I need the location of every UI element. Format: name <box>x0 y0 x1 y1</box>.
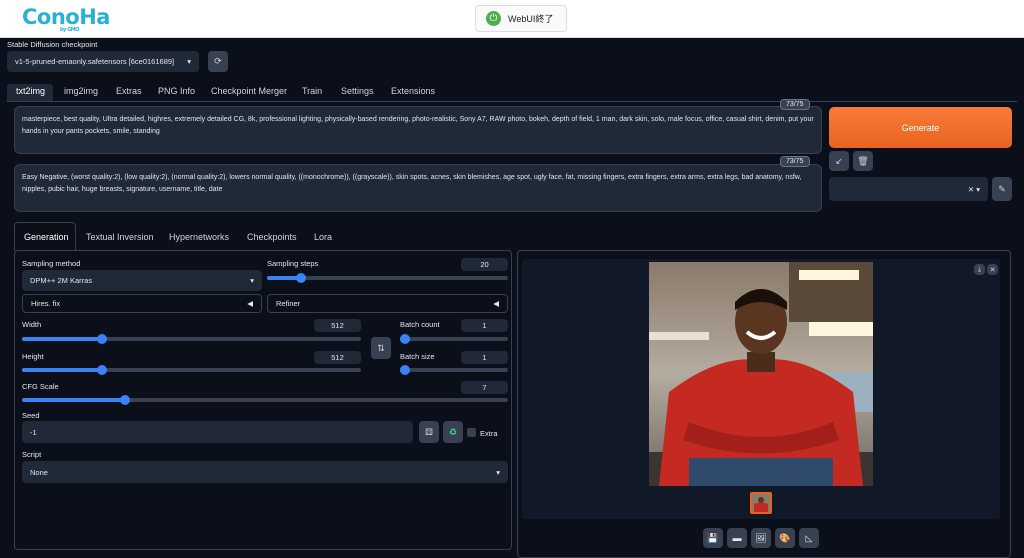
send-to-extras-button[interactable]: ◺ <box>799 528 819 548</box>
swap-dimensions-button[interactable]: ⇅ <box>371 337 391 359</box>
subtab-lora[interactable]: Lora <box>314 232 332 242</box>
zip-button[interactable]: ▬ <box>727 528 747 548</box>
batch-count-label: Batch count <box>400 320 440 329</box>
tab-img2img[interactable]: img2img <box>64 86 98 96</box>
read-params-button[interactable]: ↙ <box>829 151 849 171</box>
image-icon: 🖼 <box>755 532 767 543</box>
seed-value: -1 <box>30 427 37 437</box>
refresh-checkpoint-button[interactable]: ⟳ <box>208 51 228 72</box>
prompt-textarea[interactable]: masterpiece, best quality, Ultra detaile… <box>14 106 822 154</box>
hires-fix-accordion[interactable]: Hires. fix ◀ <box>22 294 262 313</box>
arrow-icon: ↙ <box>835 155 843 166</box>
triangle-ruler-icon: ◺ <box>805 532 813 543</box>
sampling-steps-input[interactable]: 20 <box>461 258 508 271</box>
close-icon: ✕ <box>989 266 996 274</box>
webui-stop-label: WebUI終了 <box>508 14 554 24</box>
subtab-textual-inversion[interactable]: Textual Inversion <box>86 232 154 242</box>
cfg-scale-slider[interactable] <box>22 395 508 405</box>
height-label: Height <box>22 352 44 361</box>
height-input[interactable]: 512 <box>314 351 361 364</box>
chevron-down-icon: ▾ <box>250 276 254 285</box>
tab-train[interactable]: Train <box>302 86 322 96</box>
batch-size-label: Batch size <box>400 352 435 361</box>
image-thumbnail[interactable] <box>750 492 772 514</box>
triangle-left-icon: ◀ <box>493 299 499 308</box>
reuse-seed-button[interactable]: ♻ <box>443 421 463 443</box>
negative-token-counter: 73/75 <box>780 156 810 167</box>
webui-stop-button[interactable]: ⏻ WebUI終了 <box>475 5 567 32</box>
trash-button[interactable]: 🗑 <box>853 151 873 171</box>
checkpoint-dropdown[interactable]: v1-5-pruned-emaonly.safetensors [6ce0161… <box>7 51 199 72</box>
extra-checkbox[interactable] <box>467 428 476 437</box>
tab-divider <box>7 101 1017 102</box>
height-slider[interactable] <box>22 365 361 375</box>
subtab-hypernetworks[interactable]: Hypernetworks <box>169 232 229 242</box>
width-label: Width <box>22 320 42 329</box>
checkpoint-label: Stable Diffusion checkpoint <box>7 40 98 49</box>
negative-prompt-textarea[interactable]: Easy Negative, (worst quality:2), (low q… <box>14 164 822 212</box>
script-label: Script <box>22 450 42 459</box>
extra-label: Extra <box>480 429 498 438</box>
conoha-logo: ConoHa by GMO <box>22 5 110 33</box>
dice-icon: ⚄ <box>425 426 433 437</box>
sampling-steps-slider[interactable] <box>267 273 508 283</box>
checkpoint-value: v1-5-pruned-emaonly.safetensors [6ce0161… <box>15 57 175 66</box>
refresh-icon: ⟳ <box>214 56 222 66</box>
send-to-inpaint-button[interactable]: 🎨 <box>775 528 795 548</box>
palette-icon: 🎨 <box>779 532 791 543</box>
tab-extras[interactable]: Extras <box>116 86 142 96</box>
chevron-down-icon: ▾ <box>496 467 500 477</box>
sampling-method-dropdown[interactable]: DPM++ 2M Karras ▾ <box>22 270 262 291</box>
refiner-accordion[interactable]: Refiner ◀ <box>267 294 508 313</box>
tab-checkpoint-merger[interactable]: Checkpoint Merger <box>211 86 287 96</box>
download-button[interactable]: ⤓ <box>974 264 985 275</box>
script-value: None <box>30 467 48 477</box>
script-dropdown[interactable]: None ▾ <box>22 461 508 483</box>
refiner-label: Refiner <box>276 299 301 308</box>
recycle-icon: ♻ <box>448 426 458 437</box>
tab-png-info[interactable]: PNG Info <box>158 86 195 96</box>
batch-count-slider[interactable] <box>400 334 508 344</box>
batch-size-input[interactable]: 1 <box>461 351 508 364</box>
generated-image[interactable] <box>649 262 873 486</box>
tab-settings[interactable]: Settings <box>341 86 374 96</box>
clear-close-icon[interactable]: ✕ ▾ <box>968 185 980 194</box>
sampling-method-label: Sampling method <box>22 259 81 268</box>
save-icon: 💾 <box>707 532 719 543</box>
tab-txt2img[interactable]: txt2img <box>16 86 45 96</box>
random-seed-button[interactable]: ⚄ <box>419 421 439 443</box>
subtab-generation[interactable]: Generation <box>24 232 69 242</box>
zip-icon: ▬ <box>732 533 742 543</box>
hires-fix-label: Hires. fix <box>31 299 61 308</box>
width-input[interactable]: 512 <box>314 319 361 332</box>
batch-count-input[interactable]: 1 <box>461 319 508 332</box>
triangle-left-icon: ◀ <box>247 299 253 308</box>
styles-dropdown[interactable]: ✕ ▾ <box>829 177 988 201</box>
generate-button[interactable]: Generate <box>829 107 1012 148</box>
save-button[interactable]: 💾 <box>703 528 723 548</box>
cfg-scale-input[interactable]: 7 <box>461 381 508 394</box>
sampling-steps-label: Sampling steps <box>267 259 319 268</box>
top-bar: ConoHa by GMO ⏻ WebUI終了 <box>0 0 1024 38</box>
tab-extensions[interactable]: Extensions <box>391 86 435 96</box>
seed-input[interactable]: -1 <box>22 421 413 443</box>
trash-icon: 🗑 <box>857 155 869 166</box>
apply-style-button[interactable]: ✎ <box>992 177 1012 201</box>
batch-size-slider[interactable] <box>400 365 508 375</box>
chevron-down-icon: ▾ <box>187 57 191 66</box>
close-image-button[interactable]: ✕ <box>987 264 998 275</box>
width-slider[interactable] <box>22 334 361 344</box>
seed-label: Seed <box>22 411 40 420</box>
send-to-img2img-button[interactable]: 🖼 <box>751 528 771 548</box>
subtab-checkpoints[interactable]: Checkpoints <box>247 232 297 242</box>
swap-icon: ⇅ <box>377 342 385 353</box>
download-icon: ⤓ <box>977 265 982 273</box>
sampling-method-value: DPM++ 2M Karras <box>30 276 93 285</box>
brush-icon: ✎ <box>998 183 1006 194</box>
power-icon: ⏻ <box>486 11 501 26</box>
cfg-scale-label: CFG Scale <box>22 382 59 391</box>
prompt-token-counter: 73/75 <box>780 99 810 110</box>
